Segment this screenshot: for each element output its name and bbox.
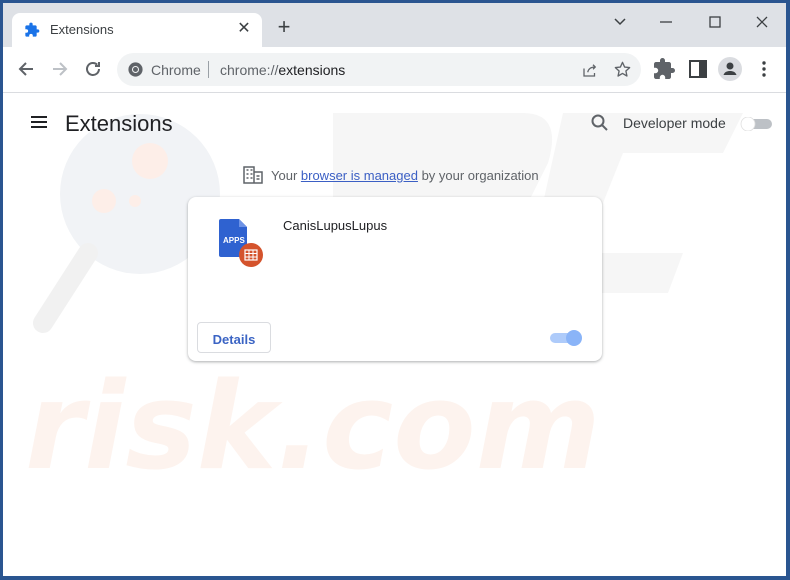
url-path: extensions: [278, 62, 346, 78]
reload-icon[interactable]: [81, 57, 105, 81]
search-icon[interactable]: [590, 113, 610, 133]
browser-managed-link[interactable]: browser is managed: [301, 168, 418, 183]
profile-avatar-icon[interactable]: [718, 57, 742, 81]
managed-prefix: Your: [271, 168, 301, 183]
forward-icon[interactable]: [48, 57, 72, 81]
page-header: Extensions Developer mode: [3, 93, 786, 153]
svg-text:risk.com: risk.com: [25, 358, 601, 497]
extension-name: CanisLupusLupus: [283, 218, 388, 233]
address-bar[interactable]: Chrome chrome://extensions: [117, 53, 641, 86]
svg-text:APPS: APPS: [223, 236, 245, 245]
close-icon[interactable]: [747, 11, 777, 33]
hamburger-menu-icon[interactable]: [29, 113, 49, 131]
chevron-down-icon[interactable]: [605, 11, 635, 33]
page-title: Extensions: [65, 111, 173, 136]
building-icon: [243, 166, 263, 184]
bookmark-star-icon[interactable]: [613, 60, 632, 79]
omnibox-separator: [208, 61, 209, 78]
new-tab-button[interactable]: +: [273, 16, 295, 39]
site-label: Chrome: [151, 62, 201, 78]
details-button[interactable]: Details: [197, 322, 271, 353]
apps-extension-icon: APPS: [219, 219, 263, 267]
extension-card: APPS CanisLupusLupus Details: [188, 197, 602, 361]
tab-close-icon[interactable]: ✕: [234, 19, 254, 39]
browser-window: Extensions ✕ + Chrome chrome://extension…: [3, 3, 786, 576]
share-icon[interactable]: [581, 61, 599, 79]
developer-mode-toggle[interactable]: [740, 117, 772, 131]
developer-mode-label: Developer mode: [623, 115, 726, 131]
extensions-puzzle-icon[interactable]: [652, 57, 676, 81]
extensions-page: risk.com Extensions Developer mode Your …: [3, 93, 786, 576]
url-scheme: chrome://: [220, 62, 279, 78]
maximize-icon[interactable]: [700, 11, 730, 33]
back-icon[interactable]: [14, 57, 38, 81]
toolbar: Chrome chrome://extensions: [3, 47, 786, 93]
tab-title: Extensions: [50, 22, 114, 37]
chrome-logo-icon: [128, 62, 143, 77]
url-text[interactable]: chrome://extensions: [220, 62, 345, 78]
side-panel-icon[interactable]: [686, 57, 710, 81]
managed-suffix: by your organization: [417, 168, 539, 183]
minimize-icon[interactable]: [651, 11, 681, 33]
tab-extensions[interactable]: Extensions ✕: [12, 13, 262, 47]
puzzle-icon: [25, 22, 40, 37]
menu-kebab-icon[interactable]: [752, 57, 776, 81]
title-bar: Extensions ✕ +: [3, 3, 786, 47]
extension-enable-toggle[interactable]: [550, 330, 582, 346]
